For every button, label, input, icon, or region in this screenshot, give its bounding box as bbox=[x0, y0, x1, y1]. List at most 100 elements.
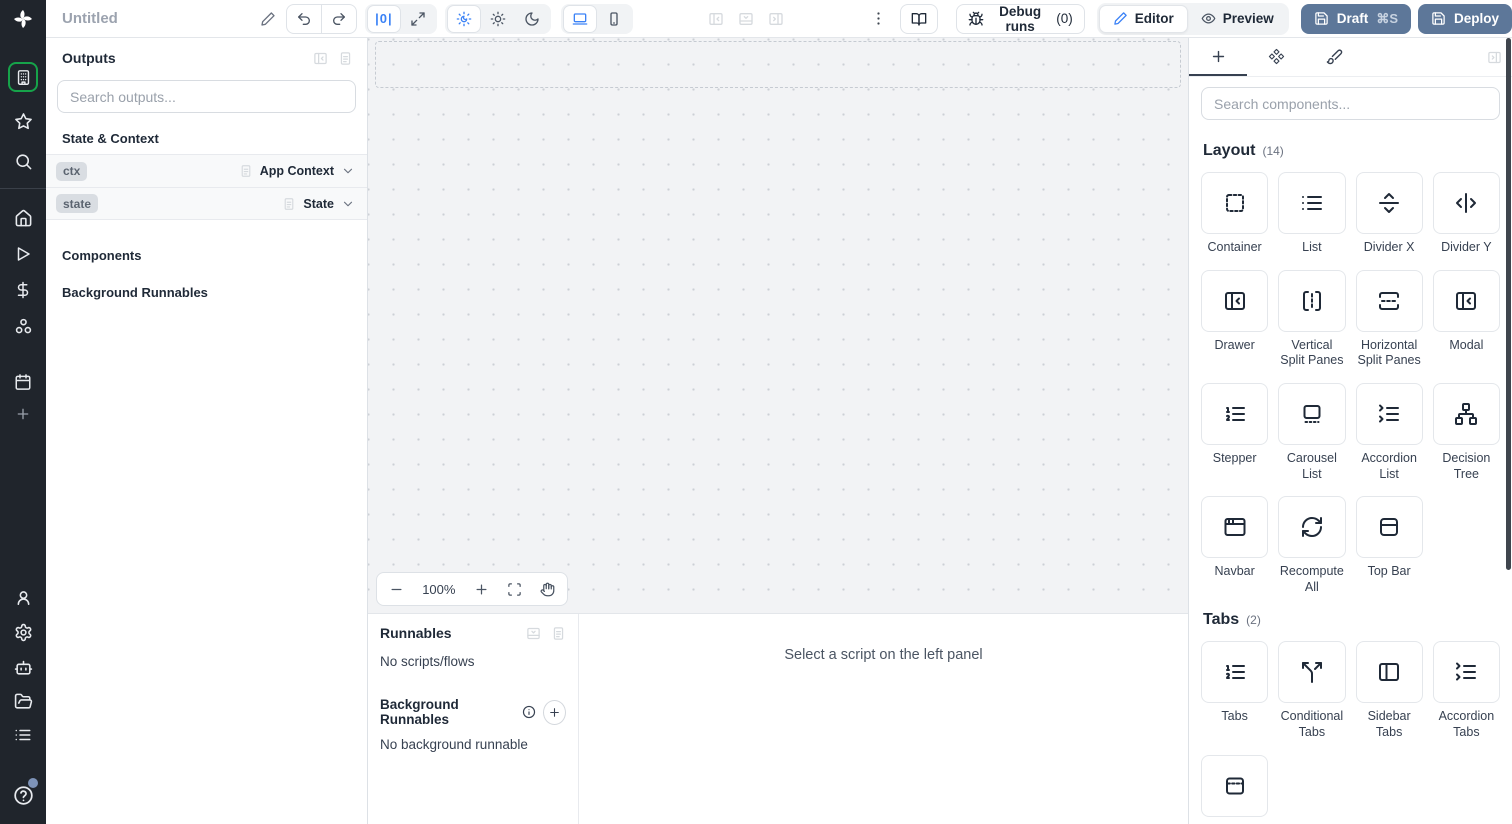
search-components-input[interactable] bbox=[1201, 87, 1500, 120]
component-card-divider-y[interactable]: Divider Y bbox=[1432, 172, 1500, 256]
output-row-ctx[interactable]: ctx App Context bbox=[46, 154, 367, 187]
component-label: List bbox=[1302, 240, 1322, 254]
component-card-navbar[interactable]: Navbar bbox=[1201, 496, 1269, 595]
tab-component-settings[interactable] bbox=[1247, 38, 1305, 76]
components-panel: Layout(14) Container List Divider X Divider … bbox=[1188, 38, 1512, 824]
sidebar-item-home[interactable] bbox=[8, 203, 38, 233]
app-canvas[interactable]: 100% bbox=[368, 38, 1188, 613]
component-card-modal[interactable]: Modal bbox=[1432, 269, 1500, 369]
plus-icon bbox=[1210, 48, 1227, 65]
zoom-reset-label: |0| bbox=[375, 11, 393, 26]
star-icon bbox=[14, 112, 33, 131]
sidebar-item-apps[interactable] bbox=[8, 62, 38, 92]
more-menu-button[interactable] bbox=[870, 10, 887, 27]
hand-icon bbox=[540, 582, 555, 597]
add-background-runnable-button[interactable] bbox=[543, 699, 566, 725]
windmill-logo[interactable] bbox=[0, 0, 46, 38]
select-script-hint: Select a script on the left panel bbox=[784, 647, 983, 663]
draft-button[interactable]: Draft ⌘S bbox=[1300, 3, 1411, 34]
zoom-reset-button[interactable]: |0| bbox=[366, 4, 401, 33]
preview-mode-tab[interactable]: Preview bbox=[1188, 5, 1287, 33]
document-icon[interactable] bbox=[338, 51, 353, 66]
sidebar-item-schedules[interactable] bbox=[8, 367, 38, 397]
output-row-state[interactable]: state State bbox=[46, 187, 367, 220]
component-card-divider-x[interactable]: Divider X bbox=[1355, 172, 1423, 256]
sidebar-tabs-icon bbox=[1377, 660, 1401, 684]
sidebar-item-favorites[interactable] bbox=[8, 106, 38, 136]
component-card-carousel-list[interactable]: Carousel List bbox=[1278, 382, 1346, 482]
theme-dark-button[interactable] bbox=[515, 5, 549, 33]
device-group bbox=[560, 3, 633, 34]
theme-auto-button[interactable] bbox=[446, 4, 481, 33]
scrollbar-thumb[interactable] bbox=[1506, 38, 1511, 570]
sidebar-item-search[interactable] bbox=[8, 146, 38, 176]
panel-collapse-icon[interactable] bbox=[313, 51, 328, 66]
component-card-horizontal-split-panes[interactable]: Horizontal Split Panes bbox=[1355, 269, 1423, 369]
panel-right-close-icon[interactable] bbox=[1487, 50, 1502, 65]
sidebar-item-variables[interactable] bbox=[8, 275, 38, 305]
component-card-tabs[interactable]: Tabs bbox=[1201, 641, 1269, 740]
redo-icon bbox=[331, 11, 347, 27]
component-card-list[interactable]: List bbox=[1278, 172, 1346, 256]
component-card-top-bar[interactable]: Top Bar bbox=[1355, 496, 1423, 595]
toggle-right-panel-button[interactable] bbox=[768, 11, 784, 27]
sidebar-item-resources[interactable] bbox=[8, 311, 38, 341]
sidebar-item-logs[interactable] bbox=[8, 720, 38, 750]
tab-insert-component[interactable] bbox=[1189, 38, 1247, 76]
component-card-container[interactable]: Container bbox=[1201, 172, 1269, 256]
notification-dot bbox=[28, 778, 38, 788]
sun-icon bbox=[490, 11, 506, 27]
document-icon[interactable] bbox=[551, 626, 566, 641]
debug-runs-button[interactable]: Debug runs (0) bbox=[955, 3, 1085, 34]
edit-title-button[interactable] bbox=[260, 11, 276, 27]
runnables-title: Runnables bbox=[380, 625, 452, 641]
fit-view-button[interactable] bbox=[401, 5, 435, 33]
component-card-stepper[interactable]: Stepper bbox=[1201, 382, 1269, 482]
sidebar-item-settings[interactable] bbox=[8, 617, 38, 647]
search-outputs-input[interactable] bbox=[57, 80, 356, 113]
pan-button[interactable] bbox=[540, 582, 555, 597]
sun-moon-icon bbox=[456, 11, 472, 27]
sidebar-item-user[interactable] bbox=[8, 582, 38, 612]
component-card-sidebar-tabs[interactable]: Sidebar Tabs bbox=[1355, 641, 1423, 740]
component-card-component[interactable] bbox=[1201, 754, 1269, 823]
view-reset-group: |0| bbox=[364, 3, 437, 34]
component-card-vertical-split-panes[interactable]: Vertical Split Panes bbox=[1278, 269, 1346, 369]
deploy-button[interactable]: Deploy bbox=[1417, 3, 1512, 34]
theme-light-button[interactable] bbox=[481, 5, 515, 33]
zoom-in-button[interactable] bbox=[474, 582, 489, 597]
component-card-accordion-tabs[interactable]: Accordion Tabs bbox=[1432, 641, 1500, 740]
toggle-bottom-panel-button[interactable] bbox=[738, 11, 754, 27]
editor-mode-tab[interactable]: Editor bbox=[1098, 4, 1188, 33]
zoom-out-button[interactable] bbox=[389, 582, 404, 597]
component-card-recompute-all[interactable]: Recompute All bbox=[1278, 496, 1346, 595]
component-card-decision-tree[interactable]: Decision Tree bbox=[1432, 382, 1500, 482]
component-card-conditional-tabs[interactable]: Conditional Tabs bbox=[1278, 641, 1346, 740]
debug-runs-label: Debug runs bbox=[999, 3, 1042, 34]
undo-button[interactable] bbox=[287, 5, 321, 33]
component-label: Decision Tree bbox=[1442, 450, 1491, 481]
plus-icon bbox=[548, 706, 561, 719]
sidebar-item-workers[interactable] bbox=[8, 652, 38, 682]
component-label: Divider Y bbox=[1441, 240, 1492, 254]
redo-button[interactable] bbox=[322, 5, 356, 33]
panel-bottom-icon[interactable] bbox=[526, 626, 541, 641]
component-sections: Layout (14) Container List Divider X Divider … bbox=[1189, 142, 1512, 823]
mobile-view-button[interactable] bbox=[597, 5, 631, 33]
sidebar-item-runs[interactable] bbox=[8, 239, 38, 269]
docs-button[interactable] bbox=[899, 3, 938, 34]
no-background-text: No background runnable bbox=[380, 737, 528, 752]
fit-screen-button[interactable] bbox=[507, 582, 522, 597]
carousel-icon bbox=[1300, 402, 1324, 426]
bottom-panel: Runnables No scripts/flows Background Ru… bbox=[368, 613, 1188, 824]
panel-right-close-icon bbox=[768, 11, 784, 27]
toggle-left-panel-button[interactable] bbox=[708, 11, 724, 27]
tab-styling[interactable] bbox=[1305, 38, 1363, 76]
section-title: Layout (14) bbox=[1203, 142, 1284, 159]
sidebar-item-more[interactable] bbox=[8, 399, 38, 429]
chevron-down-icon bbox=[341, 197, 355, 211]
sidebar-item-folders[interactable] bbox=[8, 686, 38, 716]
desktop-view-button[interactable] bbox=[562, 4, 597, 33]
component-card-accordion-list[interactable]: Accordion List bbox=[1355, 382, 1423, 482]
component-card-drawer[interactable]: Drawer bbox=[1201, 269, 1269, 369]
